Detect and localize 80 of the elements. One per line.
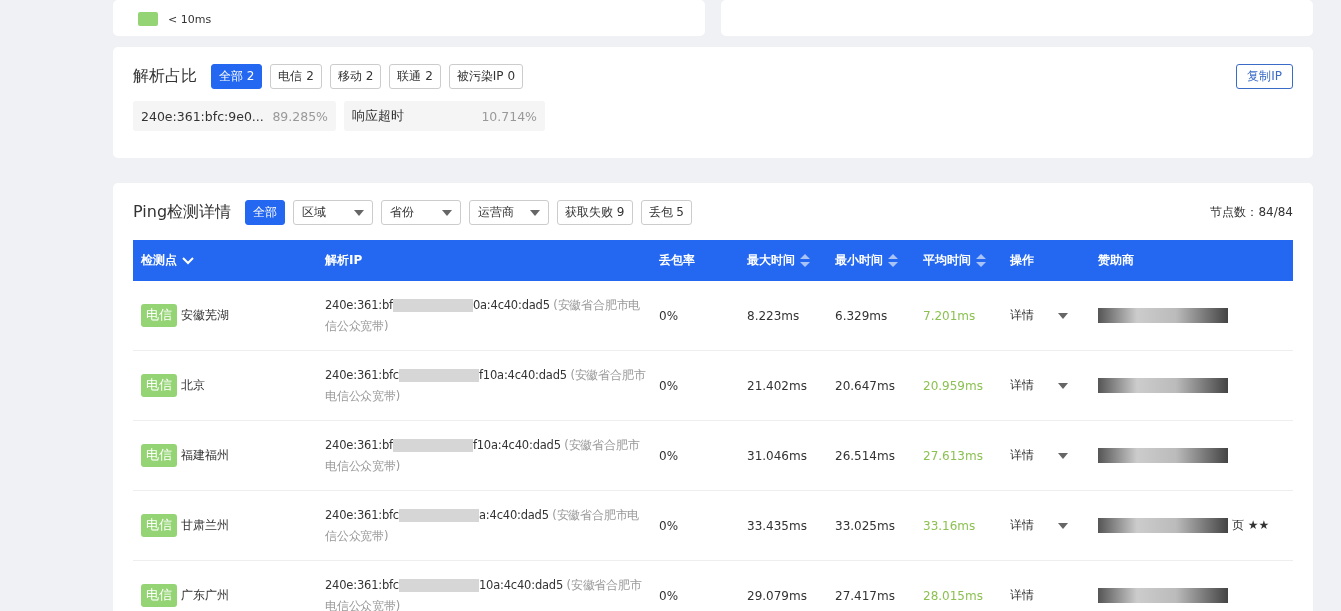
table-cell: 33.025ms [835, 518, 895, 533]
table-cell: 27.613ms [923, 448, 983, 463]
ip-text: 240e:361:bfc f10a:4c40:dad5 (安徽省合肥市电信公众宽带) [325, 366, 647, 405]
column-header: 检测点 [141, 252, 177, 269]
carrier-tag: 电信 [141, 444, 177, 467]
column-header: 解析IP [325, 252, 363, 269]
filter-tab[interactable]: 被污染IP 0 [448, 64, 524, 89]
caret-icon[interactable] [1058, 382, 1068, 389]
filter-tab[interactable]: 电信 2 [270, 64, 322, 89]
details-link[interactable]: 详情 [1010, 377, 1034, 394]
location-text: 安徽芜湖 [181, 307, 229, 324]
filter-tab[interactable]: 移动 2 [329, 64, 382, 89]
table-cell: 8.223ms [747, 308, 800, 323]
table-cell: 33.435ms [747, 518, 807, 533]
filter-select[interactable]: 省份 [381, 200, 462, 225]
table-cell: 28.015ms [923, 588, 983, 603]
copy-ip-button[interactable]: 复制IP [1236, 64, 1293, 89]
sort-icon[interactable] [976, 253, 986, 268]
table-cell: 20.647ms [835, 378, 895, 393]
caret-icon [530, 209, 541, 216]
sort-icon[interactable] [888, 253, 898, 268]
table-cell: 20.959ms [923, 378, 983, 393]
share-percent: 10.714% [481, 108, 537, 124]
share-percent: 89.285% [272, 108, 328, 124]
chevron-down-icon[interactable] [182, 256, 194, 265]
location-text: 甘肃兰州 [181, 517, 229, 534]
node-count: 节点数：84/84 [1210, 204, 1293, 221]
table-cell: 21.402ms [747, 378, 807, 393]
details-link[interactable]: 详情 [1010, 307, 1034, 324]
share-label: 响应超时 [352, 107, 404, 125]
table-cell: 0% [659, 448, 679, 463]
legend-label: < 10ms [168, 12, 212, 26]
caret-icon[interactable] [1058, 312, 1068, 319]
details-link[interactable]: 详情 [1010, 447, 1034, 464]
carrier-tag: 电信 [141, 584, 177, 607]
table-cell: 26.514ms [835, 448, 895, 463]
carrier-tag: 电信 [141, 514, 177, 537]
column-header: 丢包率 [659, 252, 695, 269]
table-cell: 0% [659, 518, 679, 533]
details-link[interactable]: 详情 [1010, 517, 1034, 534]
filter-button[interactable]: 获取失败 9 [557, 200, 633, 225]
filter-tab[interactable]: 全部 2 [211, 64, 263, 89]
table-cell: 0% [659, 588, 679, 603]
location-text: 北京 [181, 377, 205, 394]
table-cell: 31.046ms [747, 448, 807, 463]
card-title: 解析占比 [133, 66, 197, 87]
location-text: 福建福州 [181, 447, 229, 464]
caret-icon [442, 209, 453, 216]
column-header: 操作 [1010, 252, 1034, 269]
share-label: 240e:361:bfc:9e0... [141, 108, 264, 124]
caret-icon[interactable] [1058, 452, 1068, 459]
column-header: 最小时间 [835, 252, 883, 269]
column-header: 赞助商 [1098, 252, 1134, 269]
filter-button[interactable]: 全部 [245, 200, 286, 225]
ip-text: 240e:361:bf 0a:4c40:dad5 (安徽省合肥市电信公众宽带) [325, 296, 642, 335]
ip-text: 240e:361:bfc 10a:4c40:dad5 (安徽省合肥市电信公众宽带) [325, 576, 643, 611]
column-header: 平均时间 [923, 252, 971, 269]
sort-icon[interactable] [800, 253, 810, 268]
sponsor-text: 页 ★★ [1232, 517, 1270, 534]
table-cell: 29.079ms [747, 588, 807, 603]
carrier-tag: 电信 [141, 374, 177, 397]
ip-text: 240e:361:bf f10a:4c40:dad5 (安徽省合肥市电信公众宽带) [325, 436, 641, 475]
location-text: 广东广州 [181, 587, 229, 604]
filter-button[interactable]: 丢包 5 [640, 200, 692, 225]
table-cell: 6.329ms [835, 308, 888, 323]
card-title: Ping检测详情 [133, 202, 232, 223]
table-cell: 33.16ms [923, 518, 976, 533]
filter-select[interactable]: 区域 [293, 200, 374, 225]
details-link[interactable]: 详情 [1010, 587, 1034, 604]
caret-icon [354, 209, 365, 216]
table-cell: 27.417ms [835, 588, 895, 603]
carrier-tag: 电信 [141, 304, 177, 327]
caret-icon[interactable] [1058, 522, 1068, 529]
table-cell: 0% [659, 308, 679, 323]
table-cell: 7.201ms [923, 308, 976, 323]
filter-select[interactable]: 运营商 [469, 200, 550, 225]
ip-text: 240e:361:bfc a:4c40:dad5 (安徽省合肥市电信公众宽带) [325, 506, 641, 545]
column-header: 最大时间 [747, 252, 795, 269]
table-cell: 0% [659, 378, 679, 393]
filter-tab[interactable]: 联通 2 [389, 64, 441, 89]
